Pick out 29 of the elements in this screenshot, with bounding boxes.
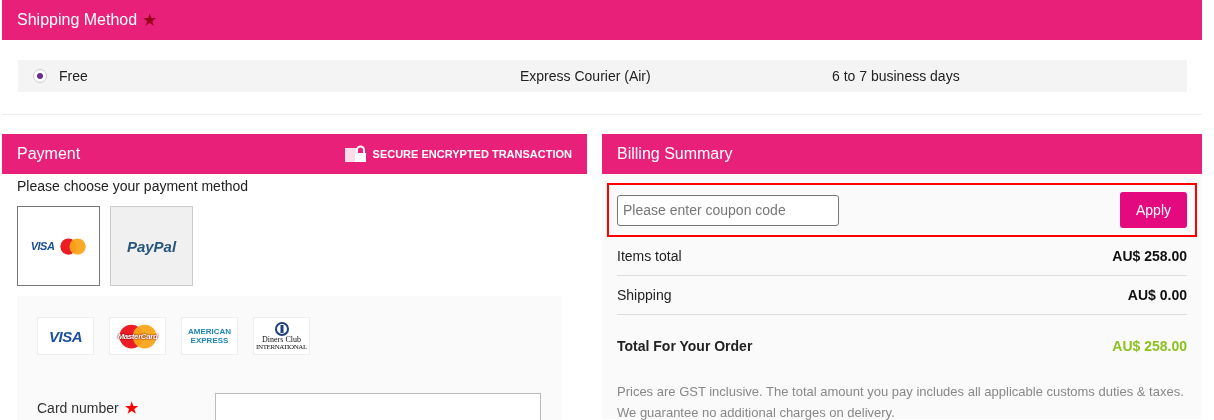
field-label: Card number (37, 400, 119, 416)
line-label: Items total (617, 248, 682, 264)
carrier-text: Express Courier (Air) (520, 68, 652, 84)
secure-label: SECURE ENCRYPTED TRANSACTION (372, 148, 572, 160)
required-mark: ★ (124, 399, 138, 416)
section-title: Billing Summary (617, 145, 733, 163)
payment-method-tile[interactable]: VISA (17, 206, 100, 286)
card-number-field[interactable] (215, 393, 541, 420)
section-title: Payment (17, 145, 81, 163)
card-logo: AMERICAN EXPRESS (181, 317, 238, 355)
coupon-field[interactable]: Please enter coupon code (617, 194, 839, 226)
payment-method-tile[interactable]: PayPal (110, 206, 193, 286)
lock-icon (344, 145, 367, 163)
required-mark: ★ (143, 11, 157, 28)
card-logo: VISA (37, 317, 94, 355)
total-amount: AU$ 258.00 (1112, 338, 1187, 354)
line-label: Shipping (617, 287, 672, 303)
payment-prompt: Please choose your payment method (17, 178, 250, 194)
section-title: Shipping Method (17, 11, 138, 28)
line-amount: AU$ 258.00 (1112, 248, 1187, 264)
radio-button[interactable] (33, 69, 47, 83)
tax-note: Prices are GST inclusive. The total amount you pay includes all applicable customs duties & taxes. We guarantee no additional charges on delivery. (617, 383, 1185, 420)
line-amount: AU$ 0.00 (1127, 287, 1187, 303)
total-label: Total For Your Order (617, 338, 753, 354)
apply-button[interactable]: Apply (1120, 192, 1187, 228)
option-label: Free (59, 68, 88, 84)
delivery-time: 6 to 7 business days (832, 68, 961, 84)
mastercard-logo-icon (60, 237, 87, 255)
shipping-option[interactable]: Free Express Courier (Air) 6 to 7 business days (18, 60, 1187, 92)
